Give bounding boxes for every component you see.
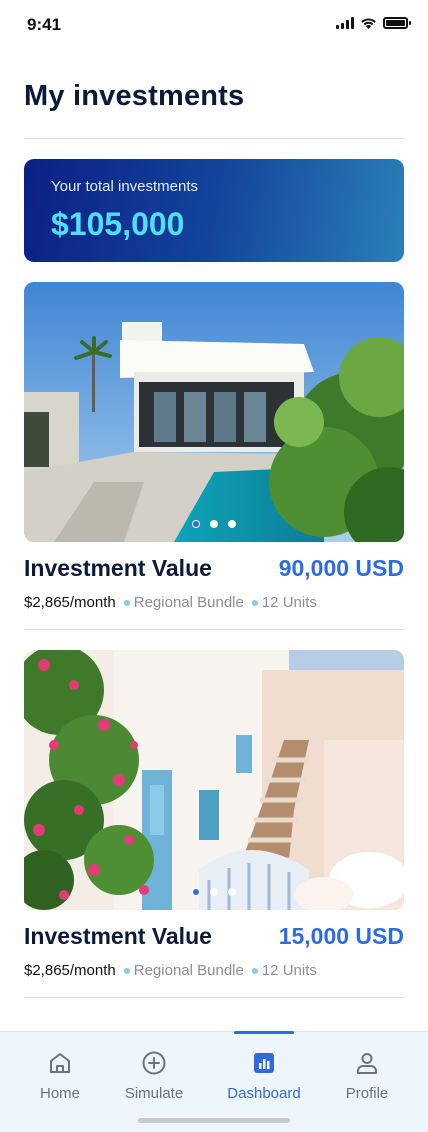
total-investments-amount: $105,000 xyxy=(51,206,185,242)
bullet-icon xyxy=(123,967,130,974)
status-time: 9:41 xyxy=(27,15,62,34)
nav-label: Dashboard xyxy=(227,1085,301,1102)
divider xyxy=(24,629,404,630)
carousel-dots[interactable] xyxy=(24,888,404,896)
monthly-amount: $2,865/month xyxy=(24,594,116,611)
page-title: My investments xyxy=(24,80,245,112)
nav-item-home[interactable]: Home xyxy=(10,1032,110,1122)
bundle-tag: Regional Bundle xyxy=(116,962,244,979)
property-image-carousel[interactable] xyxy=(24,282,404,542)
investment-title: Investment Value xyxy=(24,555,212,581)
plus-circle-icon xyxy=(142,1051,166,1075)
bundle-label: Regional Bundle xyxy=(133,962,244,979)
total-investments-label: Your total investments xyxy=(51,178,199,195)
investment-card[interactable]: Investment Value 15,000 USD $2,865/month… xyxy=(24,650,404,998)
bullet-icon xyxy=(123,599,130,606)
status-icons xyxy=(336,17,411,29)
investment-meta: $2,865/month Regional Bundle 12 Units xyxy=(24,962,317,979)
nav-item-dashboard[interactable]: Dashboard xyxy=(214,1032,314,1122)
monthly-amount: $2,865/month xyxy=(24,962,116,979)
bundle-tag: Regional Bundle xyxy=(116,594,244,611)
units-label: 12 Units xyxy=(261,594,317,611)
bottom-nav: Home Simulate Dashboard Profile xyxy=(0,1031,428,1132)
nav-label: Simulate xyxy=(124,1085,184,1102)
bullet-icon xyxy=(251,967,258,974)
santorini-house-image xyxy=(24,650,404,910)
units-tag: 12 Units xyxy=(244,594,317,611)
units-label: 12 Units xyxy=(261,962,317,979)
nav-item-profile[interactable]: Profile xyxy=(317,1032,417,1122)
total-investments-card[interactable]: Your total investments $105,000 xyxy=(24,159,404,262)
bundle-label: Regional Bundle xyxy=(133,594,244,611)
carousel-dot[interactable] xyxy=(210,520,218,528)
property-image-carousel[interactable] xyxy=(24,650,404,910)
bar-chart-icon xyxy=(254,1053,274,1073)
home-indicator[interactable] xyxy=(138,1118,290,1123)
status-bar: 9:41 xyxy=(0,0,428,50)
divider xyxy=(24,997,404,998)
units-tag: 12 Units xyxy=(244,962,317,979)
signal-icon xyxy=(336,17,354,29)
investment-title: Investment Value xyxy=(24,923,212,949)
carousel-dot[interactable] xyxy=(228,520,236,528)
nav-label: Home xyxy=(39,1085,80,1102)
divider xyxy=(24,138,404,139)
carousel-dot[interactable] xyxy=(192,520,200,528)
nav-label: Profile xyxy=(345,1085,389,1102)
investment-value: 90,000 USD xyxy=(278,555,404,581)
bullet-icon xyxy=(251,599,258,606)
wifi-icon xyxy=(361,18,376,29)
investment-value: 15,000 USD xyxy=(278,923,404,949)
user-icon xyxy=(357,1053,377,1074)
carousel-dot[interactable] xyxy=(192,888,200,896)
nav-item-simulate[interactable]: Simulate xyxy=(104,1032,204,1122)
carousel-dots[interactable] xyxy=(24,520,404,528)
carousel-dot[interactable] xyxy=(228,888,236,896)
investment-card[interactable]: Investment Value 90,000 USD $2,865/month… xyxy=(24,282,404,630)
carousel-dot[interactable] xyxy=(210,888,218,896)
investment-meta: $2,865/month Regional Bundle 12 Units xyxy=(24,594,317,611)
battery-icon xyxy=(383,17,411,29)
villa-pool-image xyxy=(24,282,404,542)
home-icon xyxy=(50,1053,70,1073)
